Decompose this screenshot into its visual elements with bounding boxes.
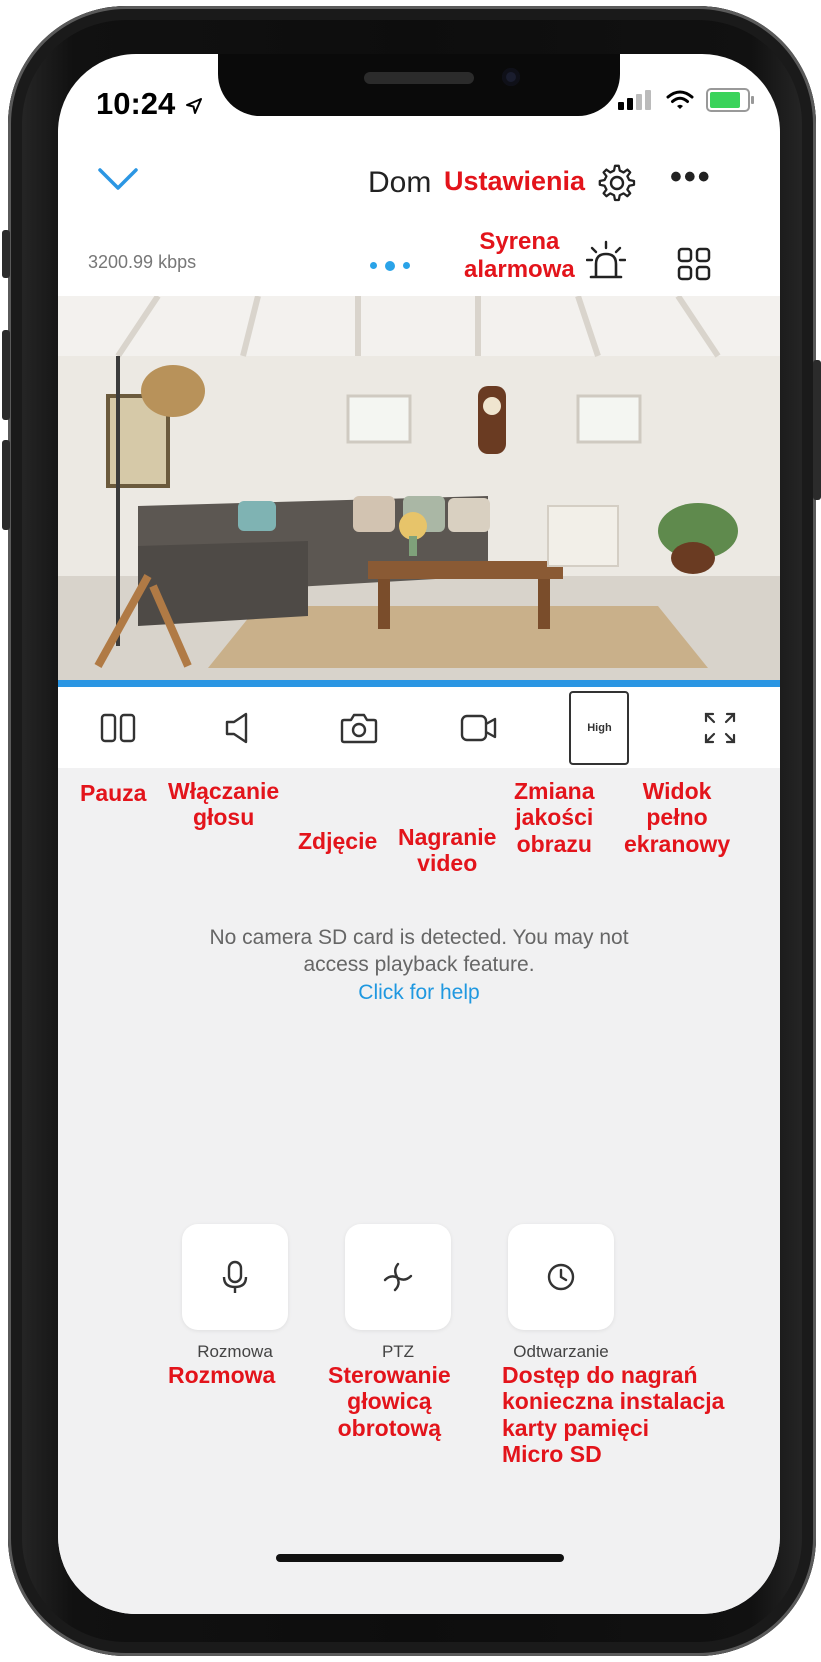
sd-card-message-line2: access playback feature. (303, 953, 535, 977)
living-room-image (58, 296, 780, 684)
photo-annotation: Zdjęcie (298, 828, 378, 854)
status-time: 10:24 (96, 86, 204, 122)
home-indicator[interactable] (276, 1554, 564, 1562)
siren-annotation: Syrena alarmowa (464, 228, 575, 283)
live-camera-feed[interactable] (58, 296, 780, 684)
microphone-icon (222, 1260, 248, 1293)
siren-annotation-line1: Syrena (479, 228, 560, 255)
fullscreen-button[interactable] (690, 698, 750, 758)
talk-annotation: Rozmowa (168, 1362, 276, 1388)
quality-annotation-line3: obrazu (516, 830, 592, 857)
playback-annotation: Dostęp do nagrań konieczna instalacja ka… (502, 1362, 724, 1468)
quality-badge: High (569, 691, 630, 765)
playback-label: Odtwarzanie (513, 1342, 609, 1361)
quality-annotation-line1: Zmiana (514, 778, 595, 804)
bitrate-text: 3200.99 kbps (88, 252, 197, 272)
page-indicator[interactable] (370, 261, 410, 271)
sd-card-message: No camera SD card is detected. You may n… (118, 924, 720, 1006)
settings-annotation: Ustawienia (444, 166, 586, 196)
playback-controls: High (58, 688, 780, 768)
audio-annotation: Włączanie głosu (168, 778, 279, 831)
audio-annotation-line1: Włączanie (168, 778, 280, 804)
siren-alarm-icon[interactable] (586, 240, 626, 284)
fullscreen-annotation: Widok pełno ekranowy (624, 778, 730, 857)
header-bar: Dom Ustawienia ••• (58, 152, 780, 222)
audio-annotation-line2: głosu (192, 804, 255, 831)
multi-view-grid-icon[interactable] (676, 246, 712, 282)
signal-icon (618, 90, 654, 110)
talk-button[interactable] (182, 1224, 288, 1330)
record-annotation-line2: video (417, 850, 478, 877)
quality-annotation: Zmiana jakości obrazu (514, 778, 595, 857)
fullscreen-annotation-line2: pełno (646, 804, 708, 831)
mute-switch (2, 230, 10, 278)
content-area: Pauza Włączanie głosu Zdjęcie Nagranie v… (58, 768, 780, 1614)
ptz-annotation-line3: obrotową (337, 1414, 442, 1441)
video-camera-icon (460, 714, 497, 742)
speaker-icon (226, 712, 248, 744)
record-video-button[interactable] (449, 698, 509, 758)
pause-annotation: Pauza (80, 780, 147, 806)
gear-icon[interactable] (598, 164, 638, 204)
talk-label: Rozmowa (197, 1342, 273, 1361)
front-camera (502, 68, 520, 86)
sd-card-message-line1: No camera SD card is detected. You may n… (209, 926, 629, 949)
stream-progress-bar (58, 680, 780, 687)
ptz-label: PTZ (381, 1342, 415, 1361)
playback-button[interactable] (508, 1224, 614, 1330)
wifi-icon (666, 90, 694, 109)
toolbar-row: 3200.99 kbps Syrena alarmowa (58, 228, 780, 302)
ptz-annotation: Sterowanie głowicą obrotową (328, 1362, 451, 1441)
chevron-down-icon[interactable] (96, 162, 140, 196)
playback-annotation-line2: konieczna instalacja (502, 1388, 725, 1415)
siren-annotation-line2: alarmowa (464, 255, 575, 283)
screen: 10:24 Dom Ustawienia ••• 3200.99 kbps Sy… (58, 54, 780, 1614)
notch (218, 54, 620, 116)
record-annotation: Nagranie video (398, 824, 496, 877)
more-icon[interactable]: ••• (670, 158, 712, 197)
status-indicators (618, 88, 754, 112)
pause-button[interactable] (88, 698, 148, 758)
quality-annotation-line2: jakości (515, 804, 594, 831)
record-annotation-line1: Nagranie (398, 824, 497, 850)
speaker (364, 72, 474, 84)
location-arrow-icon (185, 97, 202, 114)
expand-icon (704, 712, 735, 744)
playback-annotation-line4: Micro SD (502, 1441, 602, 1468)
clock-icon (547, 1263, 575, 1291)
ptz-control-icon (383, 1262, 413, 1292)
snapshot-button[interactable] (329, 698, 389, 758)
playback-annotation-line3: karty pamięci (502, 1414, 650, 1441)
playback-annotation-line1: Dostęp do nagrań (502, 1362, 698, 1388)
power-button (813, 360, 821, 500)
ptz-button[interactable] (345, 1224, 451, 1330)
fullscreen-annotation-line3: ekranowy (624, 830, 731, 857)
fullscreen-annotation-line1: Widok (642, 778, 712, 804)
pause-icon (100, 713, 136, 743)
camera-icon (340, 713, 378, 744)
page-title: Dom (368, 166, 432, 199)
quality-button[interactable]: High (569, 691, 630, 765)
battery-icon (706, 88, 754, 112)
help-link[interactable]: Click for help (118, 979, 720, 1006)
ptz-annotation-line1: Sterowanie (328, 1362, 451, 1388)
volume-down-button (2, 440, 10, 530)
ptz-annotation-line2: głowicą (347, 1388, 432, 1415)
audio-toggle-button[interactable] (208, 698, 268, 758)
volume-up-button (2, 330, 10, 420)
